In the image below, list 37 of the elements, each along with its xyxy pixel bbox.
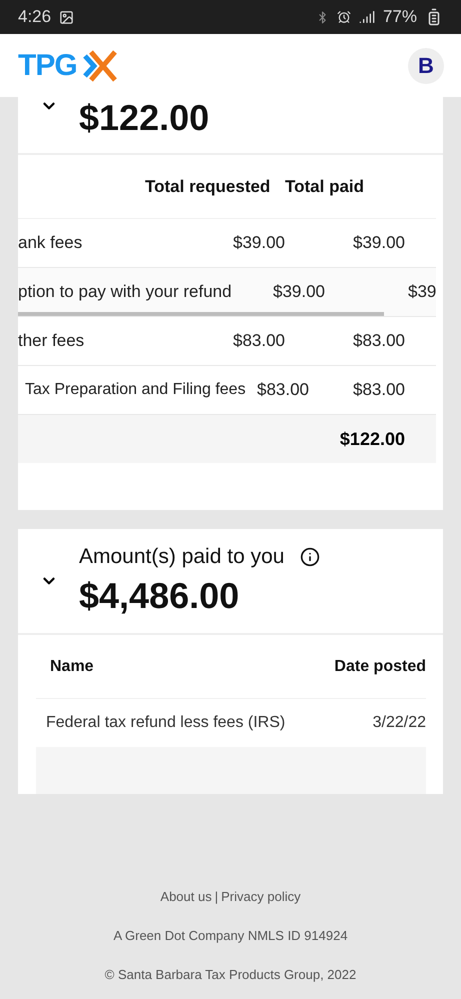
about-link[interactable]: About us [160, 889, 212, 904]
total-amount: $122.00 [340, 428, 405, 450]
privacy-link[interactable]: Privacy policy [221, 889, 301, 904]
logo-mark-icon [82, 50, 117, 82]
paid-amount: $39.00 [352, 233, 405, 253]
logo-text: TPG [18, 48, 77, 82]
alarm-icon [336, 10, 351, 24]
image-icon [59, 10, 74, 24]
copyright: © Santa Barbara Tax Products Group, 2022 [104, 967, 356, 982]
paid-amount: $39 [407, 282, 436, 302]
company-info: A Green Dot Company NMLS ID 914924 [113, 928, 348, 943]
battery-percent: 77% [382, 7, 417, 27]
clock-time: 4:26 [18, 7, 52, 27]
info-icon[interactable] [300, 547, 320, 567]
fee-label: ank fees [18, 233, 84, 253]
card-title: Amount(s) paid to you [79, 545, 284, 569]
fee-label: ther fees [18, 331, 86, 351]
scrollbar[interactable] [18, 312, 384, 316]
payment-date: 3/22/22 [372, 714, 426, 732]
column-header: Date posted [334, 658, 426, 676]
requested-amount: $83.00 [257, 380, 310, 400]
requested-amount: $83.00 [232, 331, 285, 351]
avatar[interactable]: B [408, 48, 444, 84]
payment-name: Federal tax refund less fees (IRS) [46, 714, 286, 732]
column-header: Total requested [145, 176, 272, 196]
link-separator: | [214, 889, 218, 904]
requested-amount: $39.00 [272, 282, 325, 302]
fee-label: ption to pay with your refund [18, 282, 233, 302]
paid-amount: $83.00 [352, 331, 405, 351]
requested-amount: $39.00 [232, 233, 285, 253]
paid-amount-total: $4,486.00 [79, 575, 240, 617]
fees-total-amount: $122.00 [79, 97, 210, 139]
fee-label: Tax Preparation and Filing fees [25, 381, 247, 399]
column-header: Name [50, 658, 94, 676]
column-header: Total paid [285, 176, 366, 196]
paid-amount: $83.00 [352, 380, 405, 400]
signal-icon [358, 9, 375, 25]
